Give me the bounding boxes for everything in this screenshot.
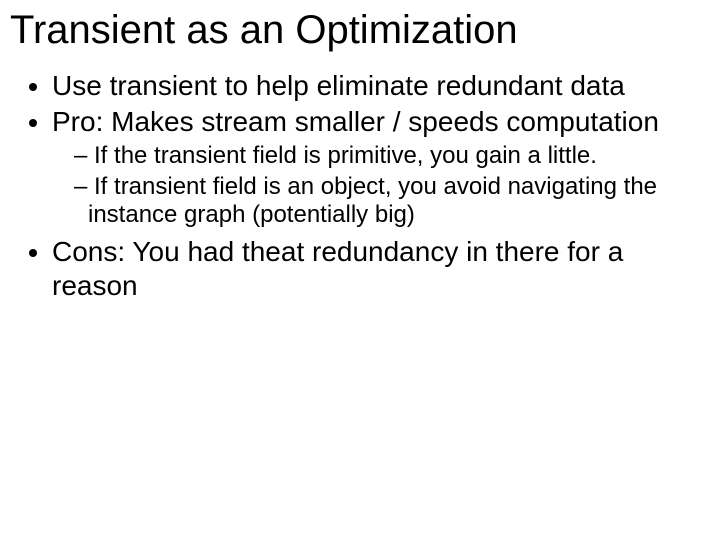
sub-bullet-item: If the transient field is primitive, you… xyxy=(74,142,710,170)
bullet-list: Use transient to help eliminate redundan… xyxy=(10,69,710,302)
bullet-item: Pro: Makes stream smaller / speeds compu… xyxy=(52,105,710,230)
bullet-text: Pro: Makes stream smaller / speeds compu… xyxy=(52,106,659,137)
sub-bullet-item: If transient field is an object, you avo… xyxy=(74,173,710,230)
slide-title: Transient as an Optimization xyxy=(10,8,710,53)
bullet-item: Use transient to help eliminate redundan… xyxy=(52,69,710,103)
sub-bullet-list: If the transient field is primitive, you… xyxy=(52,142,710,229)
slide: Transient as an Optimization Use transie… xyxy=(0,0,720,540)
bullet-item: Cons: You had theat redundancy in there … xyxy=(52,235,710,302)
